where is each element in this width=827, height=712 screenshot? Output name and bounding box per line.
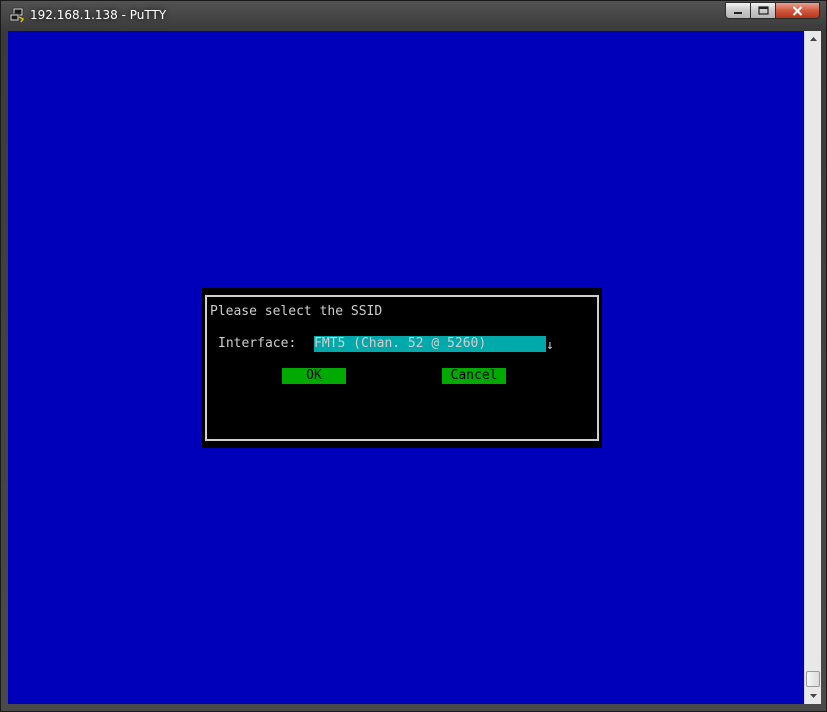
maximize-icon — [757, 6, 769, 15]
window-title: 192.168.1.138 - PuTTY — [30, 8, 167, 22]
scrollbar-thumb[interactable] — [806, 671, 820, 687]
minimize-icon — [734, 11, 742, 14]
window-controls — [725, 2, 820, 21]
putty-app-icon[interactable] — [9, 7, 25, 23]
close-button[interactable] — [776, 2, 820, 19]
vertical-scrollbar[interactable] — [804, 31, 821, 704]
maximize-button[interactable] — [751, 2, 776, 19]
scroll-down-button[interactable] — [805, 688, 821, 704]
title-bar[interactable]: 192.168.1.138 - PuTTY — [1, 1, 826, 30]
arrow-down-icon — [809, 694, 817, 698]
minimize-button[interactable] — [725, 2, 751, 19]
dialog-title: Please select the SSID — [210, 304, 383, 319]
putty-window: 192.168.1.138 - PuTTY Please select the … — [0, 0, 827, 712]
scroll-up-button[interactable] — [805, 31, 821, 47]
ok-button[interactable]: OK — [282, 368, 346, 384]
interface-label: Interface: — [218, 336, 297, 351]
cancel-button[interactable]: Cancel — [442, 368, 506, 384]
dropdown-arrow-icon[interactable]: ↓ — [546, 338, 554, 354]
arrow-up-icon — [809, 37, 817, 41]
interface-select[interactable]: FMT5 (Chan. 52 @ 5260) — [314, 336, 546, 352]
close-icon — [792, 5, 803, 16]
